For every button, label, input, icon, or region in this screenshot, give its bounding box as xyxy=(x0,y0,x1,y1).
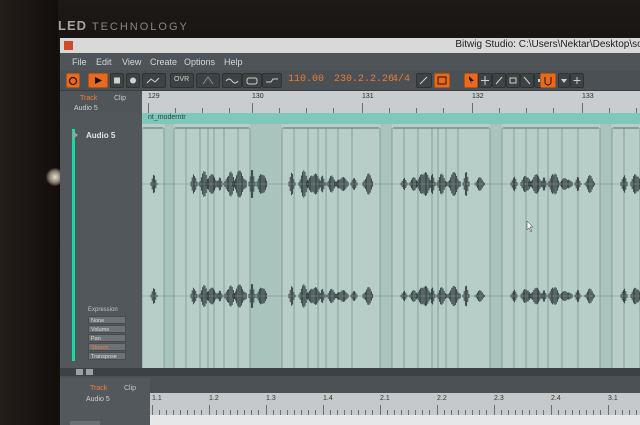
lower-track-label: Audio 5 xyxy=(86,396,110,403)
position-display[interactable]: 230.2.2.26 xyxy=(334,74,394,85)
menu-edit[interactable]: Edit xyxy=(96,57,112,67)
audio-event-block xyxy=(174,124,250,368)
timeline-ruler[interactable]: 129 130 131 132 133 xyxy=(142,91,640,113)
menu-help[interactable]: Help xyxy=(224,57,243,67)
editor-ruler-1-3: 1.3 xyxy=(266,395,276,402)
editor-ruler-tick xyxy=(152,405,153,415)
panel-toggle-icon[interactable] xyxy=(76,369,83,375)
ovr-button[interactable]: OVR xyxy=(170,73,194,88)
audio-event-block xyxy=(142,124,164,368)
editor-ruler-2-2: 2.2 xyxy=(437,395,447,402)
expression-volume-button[interactable]: Volume xyxy=(88,325,126,333)
window-titlebar: Bitwig Studio: C:\Users\Nektar\Desktop\s… xyxy=(60,38,640,54)
ruler-tick xyxy=(148,103,149,113)
editor-ruler-tick xyxy=(380,405,381,415)
editor-ruler-tick xyxy=(209,405,210,415)
editor-ruler-tick xyxy=(266,405,267,415)
selected-track-label: Audio 5 xyxy=(74,105,98,112)
editor-ruler-tick xyxy=(323,405,324,415)
audio-clip-waveform[interactable] xyxy=(141,124,640,368)
time-signature-display[interactable]: 4/4 xyxy=(392,74,410,85)
track-inspector: Audio 5 Expression None Volume Pan Stret… xyxy=(60,113,142,368)
window-title: Bitwig Studio: C:\Users\Nektar\Desktop\s… xyxy=(455,39,640,50)
tab-clip[interactable]: Clip xyxy=(114,95,126,102)
lower-tab-clip[interactable]: Clip xyxy=(124,385,136,392)
loop-icon[interactable] xyxy=(242,73,262,88)
lower-inspector: Track Clip Audio 5 xyxy=(60,378,150,425)
editor-ruler-2-3: 2.3 xyxy=(494,395,504,402)
expression-stretch-button[interactable]: Stretch xyxy=(88,343,126,351)
tab-track[interactable]: Track xyxy=(80,95,97,102)
audio-event-block xyxy=(282,124,380,368)
ruler-tick xyxy=(472,103,473,113)
menu-bar: File Edit View Create Options Help xyxy=(60,53,640,70)
waveform-display[interactable] xyxy=(141,124,640,368)
clip-editor-area[interactable] xyxy=(150,415,640,425)
ruler-bar-129: 129 xyxy=(148,93,160,100)
draw-tool-icon[interactable] xyxy=(492,73,506,88)
editor-ruler-2-1: 2.1 xyxy=(380,395,390,402)
pane-divider[interactable] xyxy=(60,368,640,376)
eraser-tool-icon[interactable] xyxy=(506,73,520,88)
slice-tool-icon[interactable] xyxy=(520,73,534,88)
monitor-bezel-side xyxy=(0,0,58,425)
clip-editor-ruler[interactable]: 1.1 1.2 1.3 1.4 2.1 2.2 2.3 2.4 3.1 xyxy=(150,393,640,415)
tempo-display[interactable]: 110.00 xyxy=(288,74,324,85)
editor-ruler-tick xyxy=(494,405,495,415)
ruler-bar-132: 132 xyxy=(472,93,484,100)
editor-ruler-1-2: 1.2 xyxy=(209,395,219,402)
lower-tab-track[interactable]: Track xyxy=(90,385,107,392)
add-icon[interactable] xyxy=(570,73,584,88)
crosshair-tool-icon[interactable] xyxy=(478,73,492,88)
ruler-bar-133: 133 xyxy=(582,93,594,100)
track-color-accent xyxy=(72,129,75,361)
editor-ruler-tick xyxy=(608,405,609,415)
snap-icon[interactable] xyxy=(540,73,556,88)
lower-control[interactable] xyxy=(70,421,100,425)
ruler-tick xyxy=(582,103,583,113)
expression-pan-button[interactable]: Pan xyxy=(88,334,126,342)
pencil-icon[interactable] xyxy=(416,73,432,88)
disclosure-triangle-icon[interactable] xyxy=(73,131,78,139)
monitor-brand: LED TECHNOLOGY xyxy=(58,18,189,33)
editor-ruler-tick xyxy=(551,405,552,415)
ruler-bar-130: 130 xyxy=(252,93,264,100)
wave-icon[interactable] xyxy=(222,73,242,88)
clip-name: nt_moderntr xyxy=(148,114,186,121)
transport-toolbar: OVR 110.00 230.2.2.26 4/4 xyxy=(60,70,640,91)
expression-transpose-button[interactable]: Transpose xyxy=(88,352,126,360)
screen: Bitwig Studio: C:\Users\Nektar\Desktop\s… xyxy=(60,38,640,425)
ruler-tick xyxy=(252,103,253,113)
editor-ruler-1-1: 1.1 xyxy=(152,395,162,402)
editor-ruler-tick xyxy=(437,405,438,415)
editor-ruler-2-4: 2.4 xyxy=(551,395,561,402)
audio-event-block xyxy=(612,124,640,368)
punch-icon[interactable] xyxy=(262,73,282,88)
menu-view[interactable]: View xyxy=(122,57,141,67)
dropdown-icon[interactable] xyxy=(558,73,570,88)
arrange-view-icon[interactable] xyxy=(434,73,450,88)
editor-ruler-1-4: 1.4 xyxy=(323,395,333,402)
menu-options[interactable]: Options xyxy=(184,57,215,67)
record-button[interactable] xyxy=(126,73,140,88)
audio-event-block xyxy=(502,124,600,368)
ruler-bar-131: 131 xyxy=(362,93,374,100)
pointer-tool-icon[interactable] xyxy=(464,73,478,88)
power-icon[interactable] xyxy=(66,73,80,88)
ruler-tick xyxy=(362,103,363,113)
track-name[interactable]: Audio 5 xyxy=(86,131,115,140)
menu-create[interactable]: Create xyxy=(150,57,177,67)
expression-label: Expression xyxy=(88,307,118,313)
editor-ruler-3-1: 3.1 xyxy=(608,395,618,402)
panel-toggle-icon-2[interactable] xyxy=(86,369,93,375)
menu-file[interactable]: File xyxy=(72,57,87,67)
clip-header[interactable]: nt_moderntr xyxy=(142,113,640,124)
bitwig-app-icon xyxy=(64,41,73,50)
automation-button[interactable] xyxy=(142,73,166,88)
play-button[interactable] xyxy=(88,73,108,88)
expression-none-button[interactable]: None xyxy=(88,316,126,324)
stop-button[interactable] xyxy=(110,73,124,88)
metronome-button[interactable] xyxy=(196,73,220,88)
audio-event-block xyxy=(392,124,490,368)
